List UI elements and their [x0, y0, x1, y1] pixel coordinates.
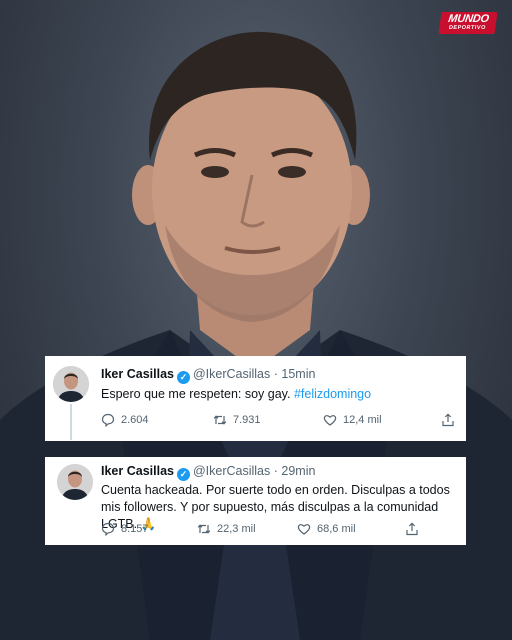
tweet-card[interactable]: Iker Casillas ✓ @IkerCasillas · 29min Cuen…: [45, 457, 466, 545]
share-button[interactable]: [441, 413, 461, 427]
retweet-button[interactable]: 22,3 mil: [197, 522, 256, 536]
reply-button[interactable]: 2.604: [101, 413, 149, 428]
tweet-text-main: Espero que me respeten: soy gay.: [101, 387, 291, 401]
like-button[interactable]: 68,6 mil: [297, 522, 356, 536]
like-icon: [297, 522, 311, 536]
verified-icon: ✓: [176, 371, 190, 384]
tweet-card[interactable]: Iker Casillas ✓ @IkerCasillas · 15min Espe…: [45, 356, 466, 441]
avatar[interactable]: [57, 464, 93, 500]
avatar[interactable]: [53, 366, 89, 402]
author-name[interactable]: Iker Casillas: [101, 367, 174, 381]
mundo-deportivo-logo: MUNDO DEPORTIVO: [438, 12, 498, 34]
reply-count: 8.157: [121, 523, 149, 536]
like-count: 68,6 mil: [317, 523, 356, 536]
tweet-text: Espero que me respeten: soy gay. #felizd…: [101, 386, 461, 403]
verified-icon: ✓: [176, 468, 190, 481]
tweet-actions: 8.157 22,3 mil 68,6 mil: [101, 522, 461, 538]
author-handle[interactable]: @IkerCasillas: [193, 464, 270, 478]
share-icon: [441, 413, 455, 427]
tweet-time[interactable]: 29min: [281, 464, 315, 478]
author-handle[interactable]: @IkerCasillas: [193, 367, 270, 381]
tweet-actions: 2.604 7.931 12,4 mil: [101, 413, 461, 429]
tweet-header: Iker Casillas ✓ @IkerCasillas · 29min: [101, 464, 315, 481]
separator: ·: [273, 367, 278, 381]
share-icon: [405, 522, 419, 536]
retweet-icon: [197, 522, 211, 536]
hashtag-link[interactable]: #felizdomingo: [294, 387, 371, 401]
author-name[interactable]: Iker Casillas: [101, 464, 174, 478]
reply-icon: [101, 522, 115, 537]
tweet-time[interactable]: 15min: [281, 367, 315, 381]
like-count: 12,4 mil: [343, 414, 382, 427]
like-button[interactable]: 12,4 mil: [323, 413, 382, 427]
retweet-count: 22,3 mil: [217, 523, 256, 536]
reply-button[interactable]: 8.157: [101, 522, 149, 537]
separator: ·: [273, 464, 278, 478]
retweet-icon: [213, 413, 227, 427]
retweet-button[interactable]: 7.931: [213, 413, 261, 427]
reply-icon: [101, 413, 115, 428]
tweet-header: Iker Casillas ✓ @IkerCasillas · 15min: [101, 367, 315, 384]
retweet-count: 7.931: [233, 414, 261, 427]
thread-line: [70, 404, 72, 440]
share-button[interactable]: [405, 522, 425, 536]
reply-count: 2.604: [121, 414, 149, 427]
like-icon: [323, 413, 337, 427]
